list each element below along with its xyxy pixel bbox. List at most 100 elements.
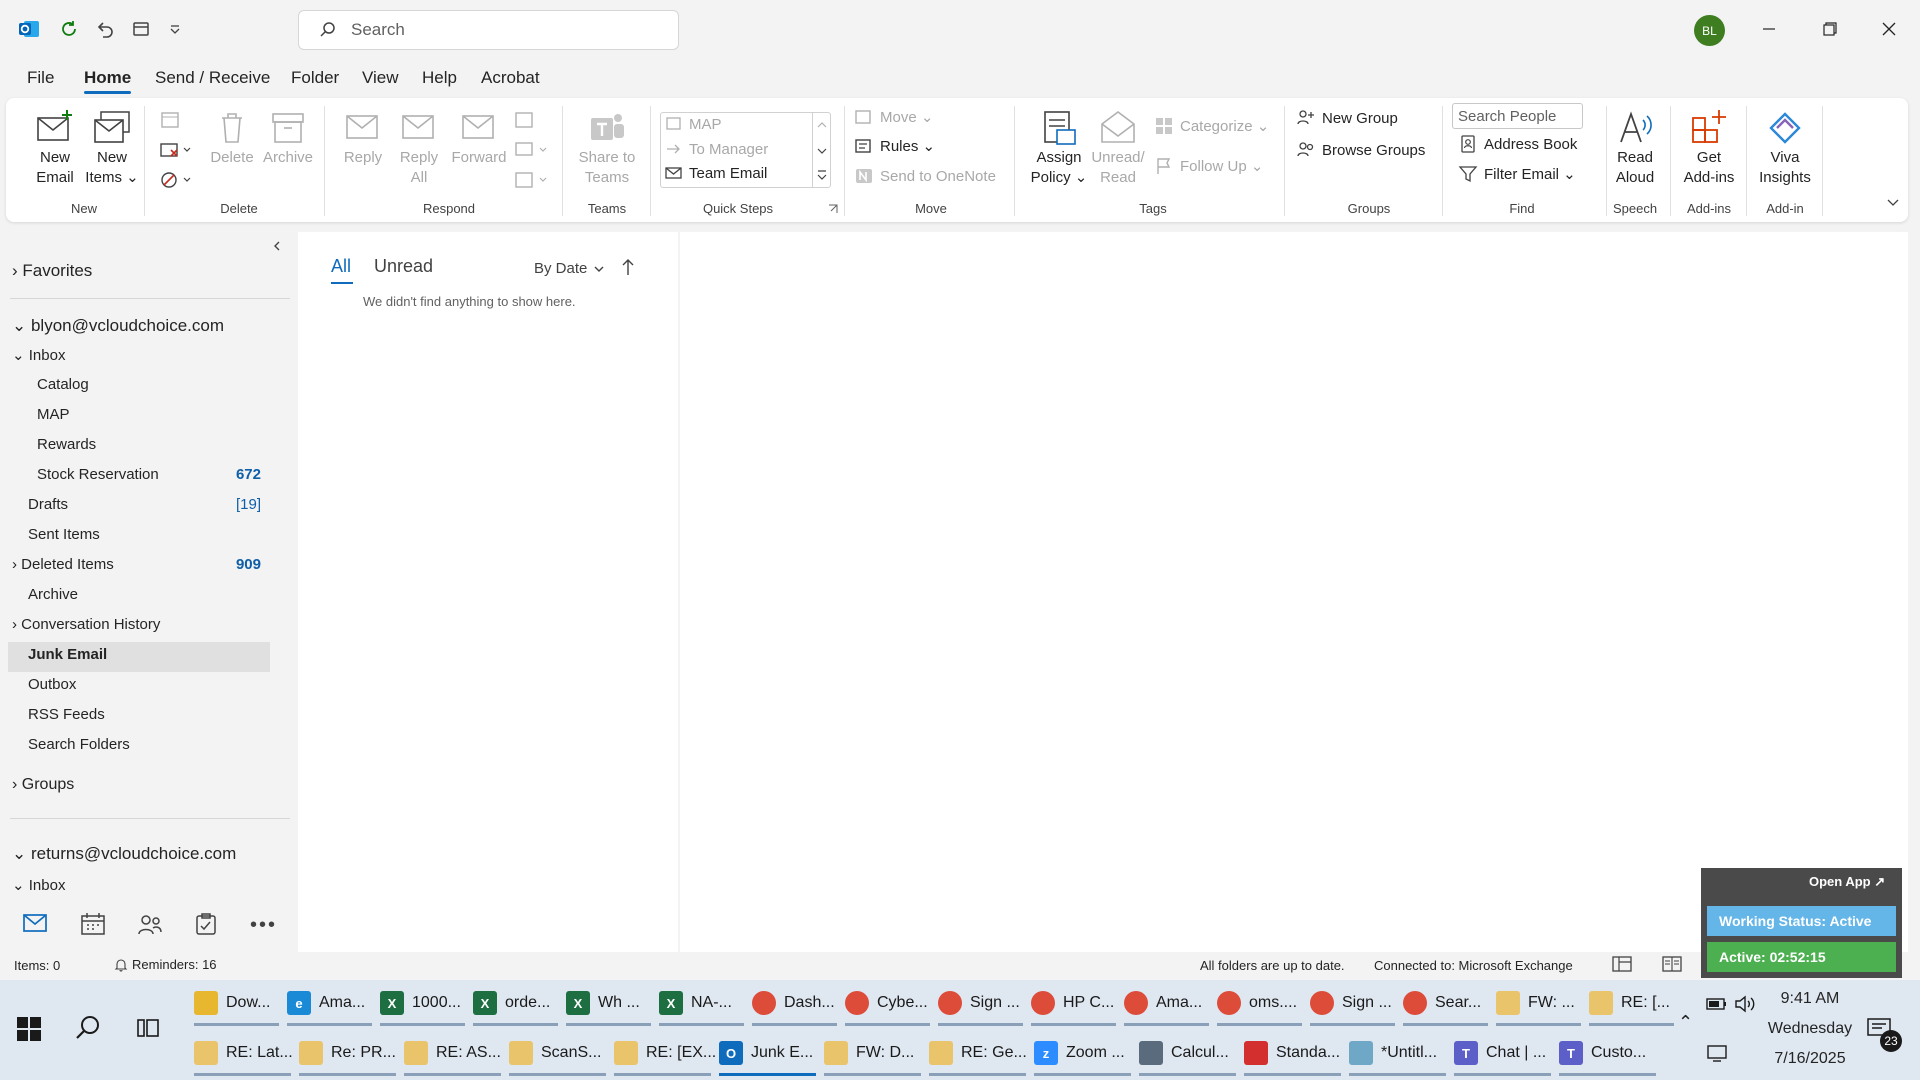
search-people-input[interactable]: Search People xyxy=(1452,103,1583,129)
folder-sent-items[interactable]: Sent Items xyxy=(28,526,100,543)
folder-drafts[interactable]: Drafts [19] xyxy=(28,496,261,513)
folder-rewards[interactable]: Rewards xyxy=(37,436,96,453)
rules-button[interactable]: Rules ⌄ xyxy=(854,136,935,156)
folder-inbox-returns[interactable]: ⌄ Inbox xyxy=(12,876,65,894)
sort-by-date-dropdown[interactable]: By Date xyxy=(534,260,605,277)
clock-date[interactable]: 7/16/2025 xyxy=(1760,1050,1860,1068)
reminders[interactable]: Reminders: 16 xyxy=(114,957,217,972)
folder-junk-email[interactable]: Junk Email xyxy=(28,646,107,663)
clock-day[interactable]: Wednesday xyxy=(1760,1020,1860,1038)
new-group-button[interactable]: New Group xyxy=(1296,108,1398,128)
folder-map[interactable]: MAP xyxy=(37,406,70,423)
quick-steps-scroll[interactable] xyxy=(812,113,830,187)
customize-toolbar-icon[interactable] xyxy=(163,17,187,41)
taskbar-button-mail[interactable]: RE: [EX... xyxy=(614,1030,716,1076)
meeting-reply-icon[interactable] xyxy=(512,108,536,132)
filter-all-tab[interactable]: All xyxy=(331,256,351,277)
calendar-icon[interactable] xyxy=(80,912,106,936)
task-view-icon[interactable] xyxy=(136,1016,160,1040)
folder-stock-reservation[interactable]: Stock Reservation 672 xyxy=(37,466,261,483)
close-button[interactable] xyxy=(1874,14,1904,44)
reading-view-icon[interactable] xyxy=(1662,956,1682,972)
taskbar-button-mail[interactable]: FW: ... xyxy=(1496,980,1581,1026)
folder-deleted-items[interactable]: › Deleted Items 909 xyxy=(12,556,261,573)
taskbar-button-excel[interactable]: X Wh ... xyxy=(566,980,651,1026)
account-header[interactable]: ⌄ blyon@vcloudchoice.com xyxy=(12,316,224,336)
new-items-button[interactable]: New Items ⌄ xyxy=(84,108,140,188)
dialog-launcher-icon[interactable] xyxy=(828,204,840,216)
tab-folder[interactable]: Folder xyxy=(291,68,339,88)
folder-catalog[interactable]: Catalog xyxy=(37,376,89,393)
browse-groups-button[interactable]: Browse Groups xyxy=(1296,140,1425,160)
ignore-icon[interactable] xyxy=(158,108,182,132)
taskbar-button-chrome[interactable]: Dash... xyxy=(752,980,837,1026)
share-to-teams-button[interactable]: Share to Teams xyxy=(572,108,642,188)
quick-step-to-manager[interactable]: To Manager xyxy=(665,140,768,158)
taskbar-button-folder[interactable]: Dow... xyxy=(194,980,279,1026)
taskbar-button-mail[interactable]: RE: Ge... xyxy=(929,1030,1027,1076)
volume-icon[interactable] xyxy=(1734,994,1758,1014)
taskbar-button-mail[interactable]: Re: PR... xyxy=(299,1030,396,1076)
taskbar-button-edge[interactable]: e Ama... xyxy=(287,980,372,1026)
taskbar-button-excel[interactable]: X NA-... xyxy=(659,980,744,1026)
taskbar-button-chrome[interactable]: Ama... xyxy=(1124,980,1209,1026)
forward-button[interactable]: Forward xyxy=(448,108,510,168)
taskbar-button-chrome[interactable]: HP C... xyxy=(1031,980,1116,1026)
taskbar-button-calc[interactable]: Calcul... xyxy=(1139,1030,1236,1076)
more-respond-icon[interactable] xyxy=(512,168,552,192)
folder-archive[interactable]: Archive xyxy=(28,586,78,603)
people-icon[interactable] xyxy=(137,912,163,936)
im-reply-icon[interactable] xyxy=(512,138,552,162)
clean-up-icon[interactable] xyxy=(158,138,192,162)
assign-policy-button[interactable]: Assign Policy ⌄ xyxy=(1028,108,1090,188)
taskbar-button-mail[interactable]: FW: D... xyxy=(824,1030,921,1076)
taskbar-button-mail[interactable]: ScanS... xyxy=(509,1030,606,1076)
taskbar-button-pdf[interactable]: Standa... xyxy=(1244,1030,1341,1076)
folder-inbox[interactable]: ⌄ Inbox xyxy=(12,346,65,364)
collapse-pane-icon[interactable] xyxy=(271,240,283,252)
tab-acrobat[interactable]: Acrobat xyxy=(481,68,540,88)
taskbar-button-excel[interactable]: X 1000... xyxy=(380,980,465,1026)
taskbar-button-chrome[interactable]: Sear... xyxy=(1403,980,1488,1026)
move-button[interactable]: Move ⌄ xyxy=(854,107,933,127)
filter-unread-tab[interactable]: Unread xyxy=(374,256,433,277)
folder-outbox[interactable]: Outbox xyxy=(28,676,76,693)
mail-icon[interactable] xyxy=(22,912,48,934)
junk-icon[interactable] xyxy=(158,168,192,192)
taskbar-button-mail[interactable]: RE: AS... xyxy=(404,1030,501,1076)
categorize-button[interactable]: Categorize ⌄ xyxy=(1154,116,1269,136)
groups-header[interactable]: › Groups xyxy=(12,776,74,794)
archive-button[interactable]: Archive xyxy=(260,108,316,168)
taskbar-button-chrome[interactable]: Sign ... xyxy=(938,980,1023,1026)
taskbar-button-zoom[interactable]: z Zoom ... xyxy=(1034,1030,1131,1076)
taskbar-button-outlook[interactable]: O Junk E... xyxy=(719,1030,816,1076)
undo-icon[interactable] xyxy=(93,17,117,41)
reply-button[interactable]: Reply xyxy=(336,108,390,168)
tasks-icon[interactable] xyxy=(194,912,218,936)
avatar[interactable]: BL xyxy=(1694,15,1725,46)
clock-time[interactable]: 9:41 AM xyxy=(1770,990,1850,1008)
normal-view-icon[interactable] xyxy=(1612,956,1632,972)
taskbar-button-chrome[interactable]: oms.... xyxy=(1217,980,1302,1026)
restore-button[interactable] xyxy=(1815,14,1845,44)
minimize-button[interactable] xyxy=(1754,14,1784,44)
search-box[interactable]: Search xyxy=(298,10,679,50)
quick-step-team-email[interactable]: Team Email xyxy=(665,164,767,182)
tab-home[interactable]: Home xyxy=(84,68,132,94)
account-header-returns[interactable]: ⌄ returns@vcloudchoice.com xyxy=(12,844,236,864)
viva-insights-button[interactable]: Viva Insights xyxy=(1756,108,1814,188)
tab-help[interactable]: Help xyxy=(422,68,457,88)
battery-icon[interactable] xyxy=(1706,996,1728,1012)
taskbar-button-chrome[interactable]: Cybe... xyxy=(845,980,930,1026)
unread-read-button[interactable]: Unread/ Read xyxy=(1090,108,1146,188)
taskbar-button-excel[interactable]: Xorde... xyxy=(473,980,558,1026)
get-addins-button[interactable]: Get Add-ins xyxy=(1680,108,1738,188)
taskbar-button-teams[interactable]: T Chat | ... xyxy=(1454,1030,1551,1076)
ribbon-collapse-icon[interactable] xyxy=(1886,196,1900,210)
taskbar-button-paint[interactable]: *Untitl... xyxy=(1349,1030,1446,1076)
send-to-onenote-button[interactable]: Send to OneNote xyxy=(854,166,996,186)
read-aloud-button[interactable]: Read Aloud xyxy=(1610,108,1660,188)
taskbar-search-icon[interactable] xyxy=(74,1014,102,1042)
follow-up-button[interactable]: Follow Up ⌄ xyxy=(1154,156,1263,176)
tab-file[interactable]: File xyxy=(27,68,54,88)
